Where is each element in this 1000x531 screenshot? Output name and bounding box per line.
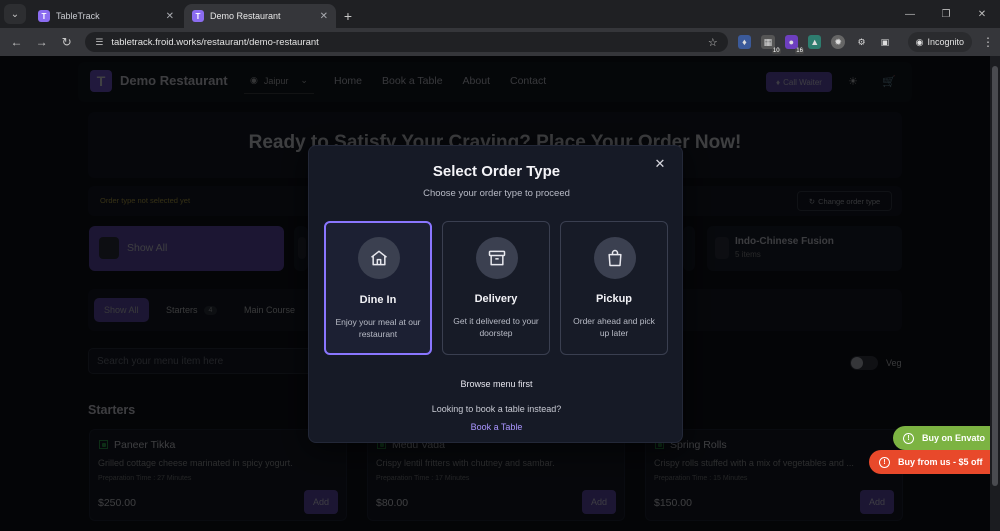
- option-label: Pickup: [595, 293, 633, 305]
- archive-box-icon: [476, 237, 518, 279]
- tab-search-chevron-icon[interactable]: ⌄: [4, 4, 26, 24]
- modal-subtitle: Choose your order type to proceed: [423, 188, 570, 199]
- shopping-bag-icon: [594, 237, 636, 279]
- bookmark-star-icon[interactable]: ☆: [708, 36, 718, 49]
- envato-label: Buy on Envato: [922, 433, 986, 443]
- book-table-question: Looking to book a table instead?: [431, 404, 562, 414]
- option-label: Dine In: [359, 294, 397, 306]
- tab-title: TableTrack: [56, 11, 100, 21]
- shield-ext-icon[interactable]: ♦: [737, 35, 752, 49]
- option-description: Order ahead and pick up later: [573, 316, 655, 339]
- tab-close-icon[interactable]: ✕: [320, 11, 328, 22]
- browser-tab-strip: ⌄ T TableTrack ✕ T Demo Restaurant ✕ + —…: [0, 0, 1000, 28]
- back-arrow-icon[interactable]: ←: [6, 31, 27, 53]
- info-icon: !: [879, 456, 890, 468]
- url-text: tabletrack.froid.works/restaurant/demo-r…: [111, 36, 319, 48]
- ext-badge: 16: [795, 48, 804, 54]
- window-close-icon[interactable]: ✕: [964, 9, 1000, 20]
- restaurant-page: T Demo Restaurant ◉ Jaipur ⌄ Home Book a…: [0, 56, 990, 531]
- order-option-dine-in[interactable]: Dine In Enjoy your meal at our restauran…: [324, 221, 432, 355]
- address-bar[interactable]: ☰ tabletrack.froid.works/restaurant/demo…: [85, 32, 728, 52]
- grid-ext-icon[interactable]: ▦ 10: [761, 35, 781, 54]
- new-tab-plus-icon[interactable]: +: [338, 6, 358, 26]
- restore-icon[interactable]: ❐: [928, 9, 964, 20]
- purple-ext-icon[interactable]: ● 16: [784, 35, 804, 54]
- order-option-pickup[interactable]: Pickup Order ahead and pick up later: [560, 221, 668, 355]
- tab-title: Demo Restaurant: [210, 11, 281, 21]
- modal-title: Select Order Type: [432, 163, 561, 180]
- wheel-ext-icon[interactable]: ✹: [831, 35, 845, 49]
- forward-arrow-icon[interactable]: →: [31, 31, 52, 53]
- minimize-icon[interactable]: —: [892, 9, 928, 20]
- option-description: Get it delivered to your doorstep: [453, 316, 539, 339]
- browser-toolbar: ← → ↻ ☰ tabletrack.froid.works/restauran…: [0, 28, 1000, 56]
- side-panel-icon[interactable]: ▣: [878, 35, 891, 49]
- site-settings-icon[interactable]: ☰: [95, 37, 103, 48]
- tab-close-icon[interactable]: ✕: [166, 11, 174, 22]
- scrollbar-thumb[interactable]: [992, 66, 998, 486]
- option-description: Enjoy your meal at our restaurant: [335, 317, 421, 340]
- ext-badge: 10: [771, 48, 781, 54]
- home-icon: [358, 237, 400, 279]
- tab-favicon: T: [192, 10, 204, 22]
- buy-us-label: Buy from us - $5 off: [898, 457, 983, 467]
- incognito-label: Incognito: [927, 37, 964, 47]
- buy-on-envato-button[interactable]: ! Buy on Envato: [893, 426, 990, 450]
- page-scrollbar[interactable]: [990, 56, 1000, 531]
- browser-menu-icon[interactable]: ⋮: [982, 35, 994, 49]
- browse-menu-link[interactable]: Browse menu first: [309, 379, 684, 389]
- option-label: Delivery: [474, 293, 518, 305]
- window-controls: — ❐ ✕: [892, 0, 1000, 28]
- reload-icon[interactable]: ↻: [56, 31, 77, 53]
- color-ext-icon[interactable]: ▲: [807, 35, 822, 49]
- incognito-indicator[interactable]: ◉ Incognito: [907, 32, 972, 52]
- buy-from-us-button[interactable]: ! Buy from us - $5 off: [869, 450, 990, 474]
- info-icon: !: [903, 432, 914, 444]
- tab-favicon: T: [38, 10, 50, 22]
- order-option-delivery[interactable]: Delivery Get it delivered to your doorst…: [442, 221, 550, 355]
- extensions-puzzle-icon[interactable]: ⚙: [855, 35, 868, 49]
- book-a-table-link[interactable]: Book a Table: [309, 422, 684, 432]
- browser-tab-tabletrack[interactable]: T TableTrack ✕: [30, 4, 182, 28]
- incognito-icon: ◉: [915, 36, 924, 47]
- order-type-modal: ✕ Select Order Type Choose your order ty…: [308, 145, 683, 443]
- browser-tab-demo-restaurant[interactable]: T Demo Restaurant ✕: [184, 4, 336, 28]
